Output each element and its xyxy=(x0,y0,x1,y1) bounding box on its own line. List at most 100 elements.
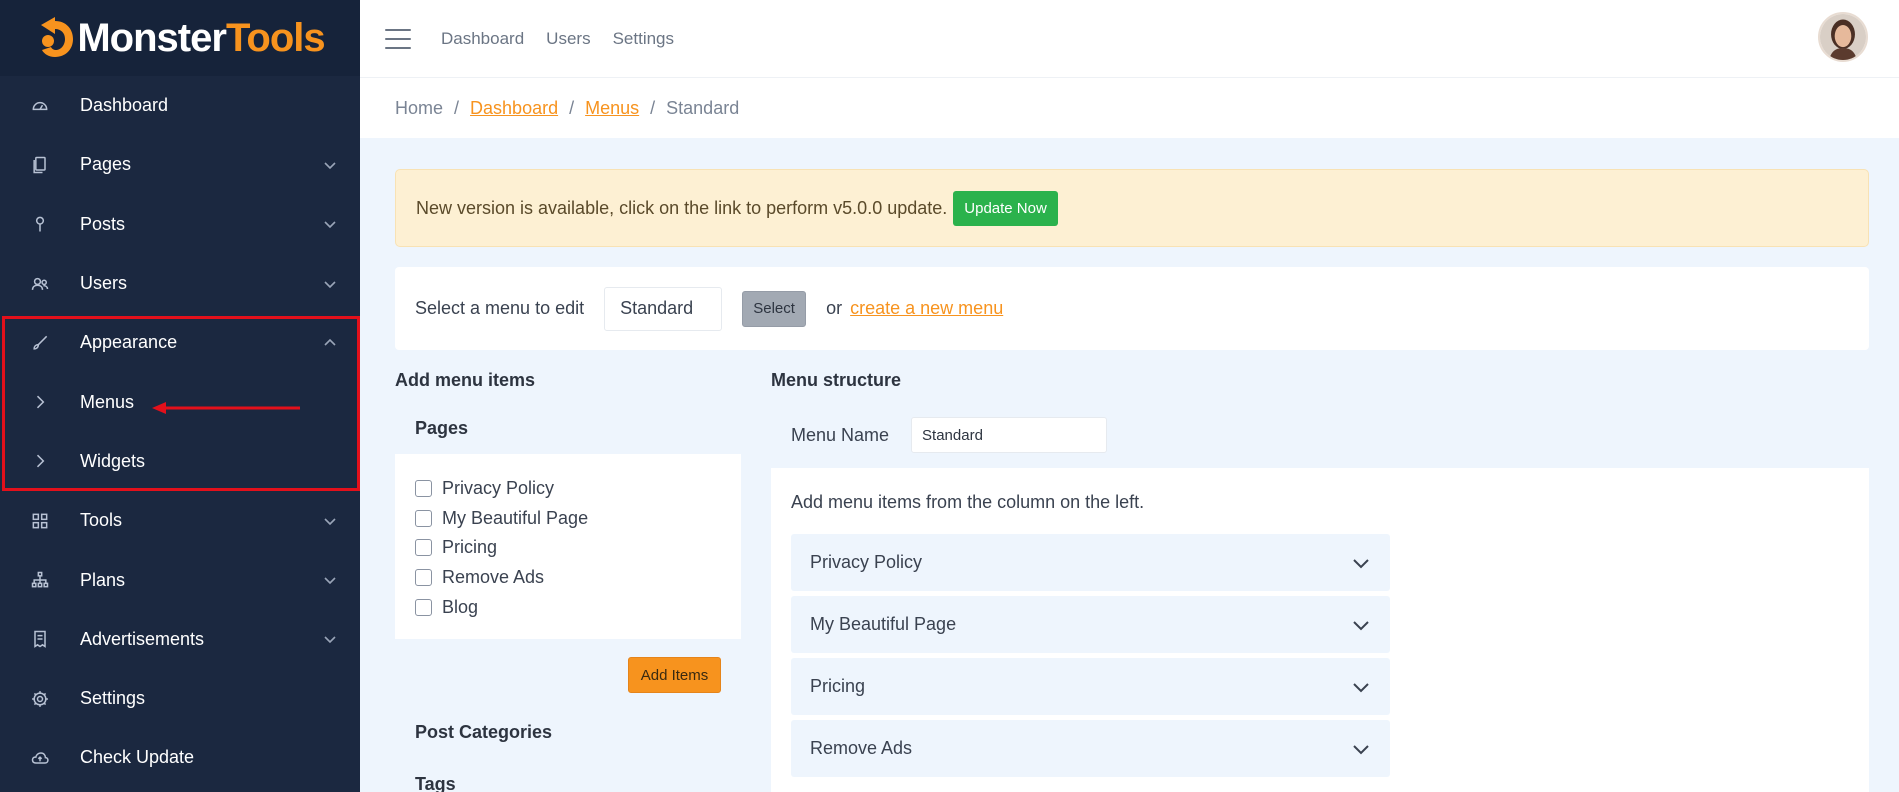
page-checkbox[interactable] xyxy=(415,480,432,498)
page-checkbox[interactable] xyxy=(415,598,432,616)
sidebar-item-tools[interactable]: Tools xyxy=(0,491,360,550)
chevron-down-icon xyxy=(322,631,338,647)
menu-name-row: Menu Name Standard xyxy=(771,402,1869,468)
page-label: Remove Ads xyxy=(442,567,545,588)
pin-icon xyxy=(28,212,52,236)
menu-name-label: Menu Name xyxy=(791,424,890,445)
structure-hint: Add menu items from the column on the le… xyxy=(791,492,1145,512)
gauge-icon xyxy=(28,94,52,118)
page-label: Blog xyxy=(442,596,479,617)
sidebar-item-pages[interactable]: Pages xyxy=(0,135,360,194)
sidebar-item-label: Tools xyxy=(80,510,123,531)
brush-icon xyxy=(28,331,52,355)
sidebar-item-appearance[interactable]: Appearance xyxy=(0,313,360,372)
update-alert: New version is available, click on the l… xyxy=(395,169,1869,247)
list-item[interactable]: Remove Ads xyxy=(415,563,741,593)
sidebar-item-label: Check Update xyxy=(80,747,195,768)
avatar[interactable] xyxy=(1818,12,1868,62)
sidebar-item-label: Plans xyxy=(80,569,126,590)
list-item[interactable]: Blog xyxy=(415,592,741,622)
sidebar-item-check-update[interactable]: Check Update xyxy=(0,728,360,787)
select-button[interactable]: Select xyxy=(742,290,807,327)
breadcrumb-separator: / xyxy=(569,97,575,118)
breadcrumb: Home / Dashboard / Menus / Standard xyxy=(360,78,1899,138)
menu-select[interactable]: Standard xyxy=(604,286,723,331)
page-checkbox[interactable] xyxy=(415,539,432,557)
pages-heading[interactable]: Pages xyxy=(395,402,741,454)
menu-item-accordion[interactable]: My Beautiful Page xyxy=(791,596,1390,653)
page-checkbox[interactable] xyxy=(415,509,432,527)
create-new-menu-link[interactable]: create a new menu xyxy=(850,298,1003,319)
tags-heading[interactable]: Tags xyxy=(415,774,456,792)
sidebar-item-widgets[interactable]: Widgets xyxy=(0,432,360,491)
sidebar-item-label: Dashboard xyxy=(80,95,169,116)
sidebar-item-label: Widgets xyxy=(80,450,146,471)
menu-item-label: My Beautiful Page xyxy=(810,614,957,634)
chevron-down-icon xyxy=(322,157,338,173)
menu-item-accordion[interactable]: Remove Ads xyxy=(791,720,1390,777)
logo-text-tools: Tools xyxy=(225,15,326,60)
sidebar-item-users[interactable]: Users xyxy=(0,254,360,313)
add-items-button[interactable]: Add Items xyxy=(628,657,721,693)
breadcrumb-separator: / xyxy=(650,97,656,118)
breadcrumb-separator: / xyxy=(454,97,460,118)
menu-name-input[interactable]: Standard xyxy=(911,417,1108,453)
sidebar-item-posts[interactable]: Posts xyxy=(0,195,360,254)
breadcrumb-home[interactable]: Home xyxy=(395,98,443,119)
logo-text-monster: Monster xyxy=(77,15,227,60)
sidebar-item-label: Advertisements xyxy=(80,628,205,649)
page-label: Privacy Policy xyxy=(442,478,555,499)
topbar-link-dashboard[interactable]: Dashboard xyxy=(441,29,524,49)
breadcrumb-dashboard-link[interactable]: Dashboard xyxy=(470,98,558,119)
select-menu-label: Select a menu to edit xyxy=(415,298,585,318)
page-label: My Beautiful Page xyxy=(442,507,589,528)
chevron-down-icon[interactable] xyxy=(1351,739,1371,759)
receipt-icon xyxy=(28,627,52,651)
chevron-right-icon xyxy=(28,390,52,414)
sidebar-item-plans[interactable]: Plans xyxy=(0,550,360,609)
logo-mark-icon xyxy=(41,17,74,57)
menu-item-accordion[interactable]: Pricing xyxy=(791,658,1390,715)
list-item[interactable]: Pricing xyxy=(415,533,741,563)
menu-item-accordion[interactable]: Privacy Policy xyxy=(791,534,1390,591)
topbar: Dashboard Users Settings xyxy=(360,0,1899,78)
chevron-up-icon xyxy=(322,335,338,351)
list-item[interactable]: My Beautiful Page xyxy=(415,504,741,534)
sidebar: Monster Tools Dashboard Pages Posts Users… xyxy=(0,0,360,792)
breadcrumb-menus-link[interactable]: Menus xyxy=(585,98,639,119)
file-icon xyxy=(28,153,52,177)
sidebar-item-settings[interactable]: Settings xyxy=(0,669,360,728)
users-icon xyxy=(28,272,52,296)
chevron-down-icon[interactable] xyxy=(1351,553,1371,573)
update-now-button[interactable]: Update Now xyxy=(953,190,1058,226)
sidebar-item-advertisements[interactable]: Advertisements xyxy=(0,610,360,669)
menu-item-label: Remove Ads xyxy=(810,738,913,758)
chevron-down-icon[interactable] xyxy=(1351,615,1371,635)
logo[interactable]: Monster Tools xyxy=(35,15,326,61)
sitemap-icon xyxy=(28,568,52,592)
chevron-down-icon xyxy=(322,513,338,529)
list-item[interactable]: Privacy Policy xyxy=(415,474,741,504)
sidebar-item-dashboard[interactable]: Dashboard xyxy=(0,76,360,135)
page-checkbox[interactable] xyxy=(415,569,432,587)
sidebar-item-label: Settings xyxy=(80,688,146,709)
chevron-down-icon[interactable] xyxy=(1351,677,1371,697)
sidebar-nav: Dashboard Pages Posts Users Appearance M… xyxy=(0,76,360,788)
or-text: or xyxy=(826,298,843,318)
post-categories-heading[interactable]: Post Categories xyxy=(415,722,552,743)
annotation-arrow-icon xyxy=(152,402,300,414)
topbar-link-settings[interactable]: Settings xyxy=(613,29,674,49)
topbar-link-users[interactable]: Users xyxy=(546,29,590,49)
page-label: Pricing xyxy=(442,537,498,558)
breadcrumb-current: Standard xyxy=(666,97,740,118)
menu-structure-heading: Menu structure xyxy=(771,370,902,390)
logo-bar: Monster Tools xyxy=(0,0,360,76)
sidebar-item-label: Pages xyxy=(80,154,132,175)
menu-structure-panel: Menu Name Standard Add menu items from t… xyxy=(771,402,1869,792)
chevron-down-icon xyxy=(322,276,338,292)
chevron-down-icon xyxy=(322,572,338,588)
hamburger-menu-icon[interactable] xyxy=(385,28,411,49)
select-menu-card: Select a menu to edit Standard Select or… xyxy=(395,267,1869,350)
menu-item-label: Pricing xyxy=(810,676,866,696)
sidebar-item-label: Users xyxy=(80,273,128,294)
